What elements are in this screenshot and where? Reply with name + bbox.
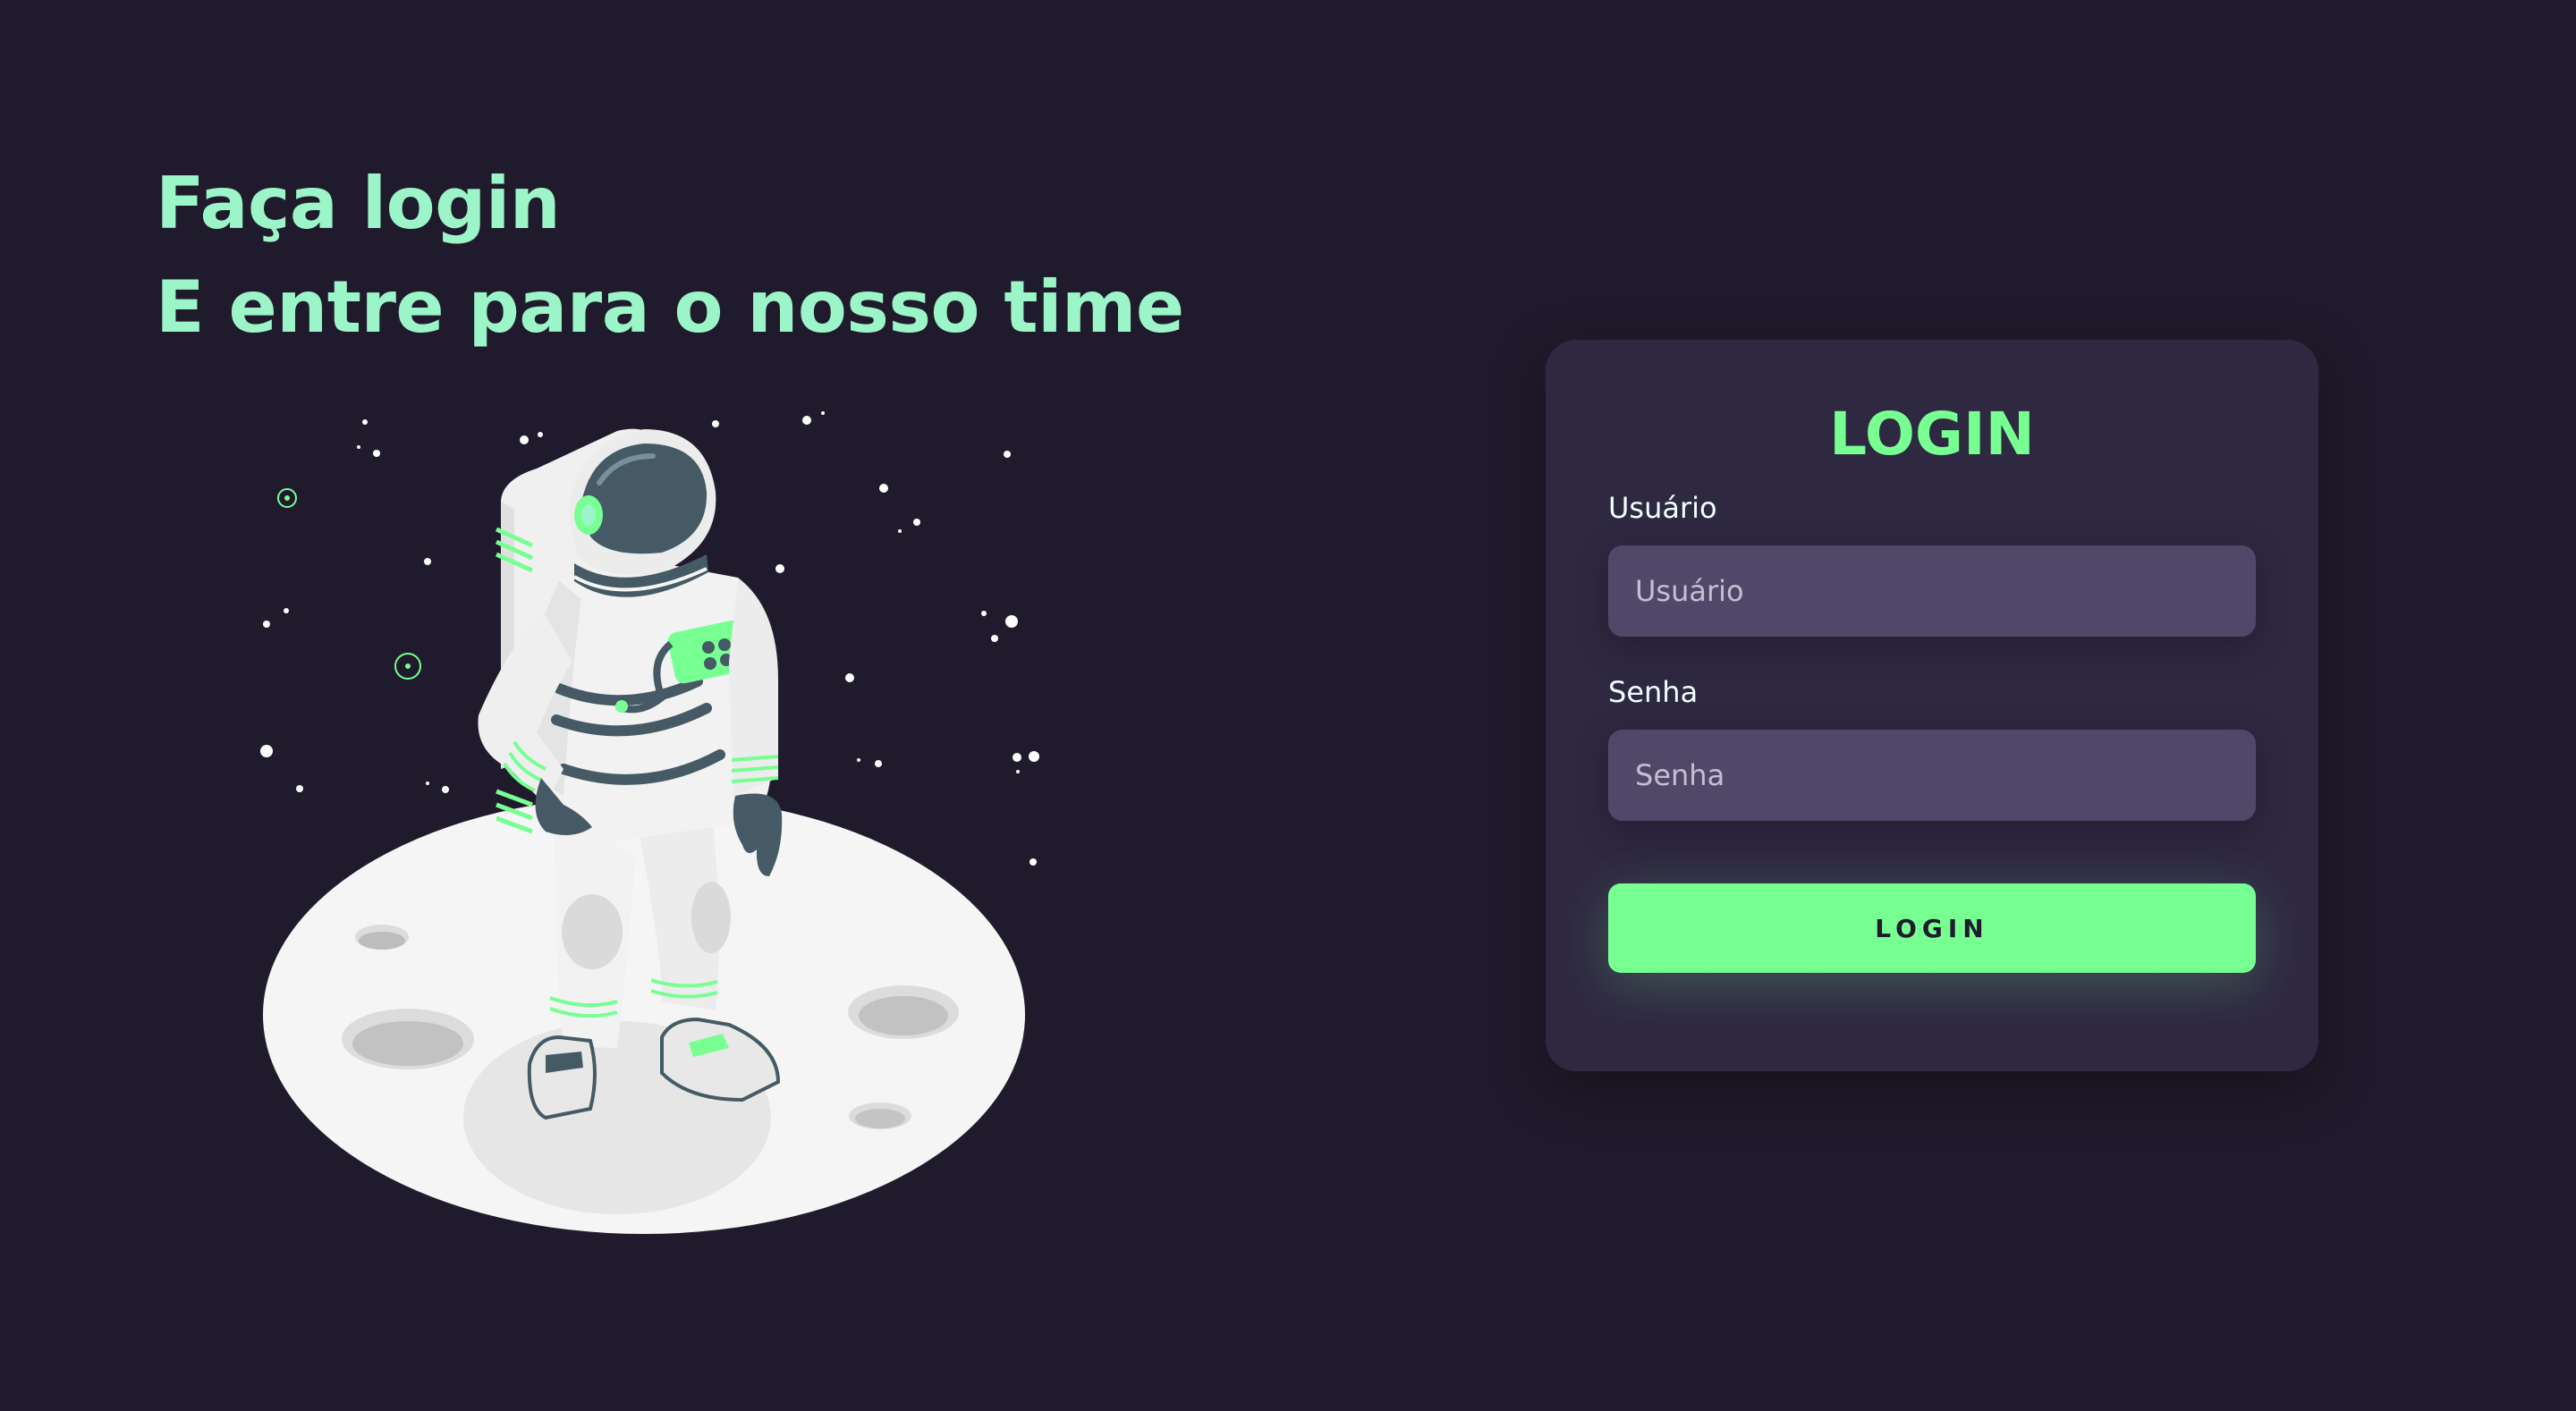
moon xyxy=(263,796,1025,1234)
login-button[interactable]: LOGIN xyxy=(1608,883,2256,973)
hero-heading: Faça login E entre para o nosso time xyxy=(156,152,1184,359)
hero-line-2: E entre para o nosso time xyxy=(156,266,1184,349)
astronaut-illustration xyxy=(260,411,1039,1234)
password-label: Senha xyxy=(1608,675,1699,709)
hero-line-1: Faça login xyxy=(156,162,561,245)
login-page: Faça login E entre para o nosso time LOG… xyxy=(0,0,2576,1411)
username-input[interactable] xyxy=(1608,545,2256,637)
password-input[interactable] xyxy=(1608,730,2256,821)
login-card: LOGIN Usuário Senha LOGIN xyxy=(1546,340,2318,1071)
login-title: LOGIN xyxy=(1829,400,2035,469)
username-label: Usuário xyxy=(1608,491,1717,525)
